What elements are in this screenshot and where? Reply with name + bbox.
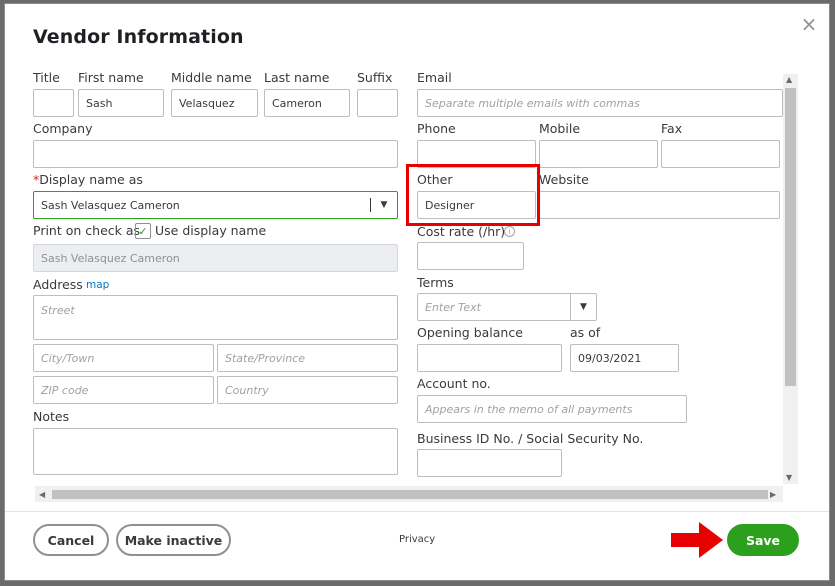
terms-chevron-down-icon[interactable]: ▼ (570, 294, 596, 320)
save-button[interactable]: Save (727, 524, 799, 556)
country-input[interactable]: Country (217, 376, 398, 404)
middle-name-label: Middle name (171, 70, 252, 85)
street-input[interactable]: Street (33, 295, 398, 340)
website-label: Website (539, 172, 589, 187)
print-on-check-label: Print on check as (33, 223, 141, 238)
info-icon[interactable]: i (504, 226, 515, 237)
map-link[interactable]: map (86, 279, 109, 291)
as-of-label: as of (570, 325, 601, 340)
scroll-up-icon[interactable]: ▲ (786, 75, 792, 84)
cancel-button[interactable]: Cancel (33, 524, 109, 556)
close-icon[interactable]: × (799, 14, 819, 34)
account-no-input[interactable]: Appears in the memo of all payments (417, 395, 687, 423)
dialog-title: Vendor Information (33, 26, 244, 48)
opening-balance-label: Opening balance (417, 325, 523, 340)
cost-rate-input[interactable] (417, 242, 524, 270)
as-of-date-input[interactable]: 09/03/2021 (570, 344, 679, 372)
notes-textarea[interactable] (33, 428, 398, 475)
make-inactive-button[interactable]: Make inactive (116, 524, 231, 556)
fax-label: Fax (661, 121, 683, 136)
last-name-input[interactable]: Cameron (264, 89, 350, 117)
title-label: Title (33, 70, 60, 85)
use-display-name-label: Use display name (155, 223, 267, 238)
privacy-link[interactable]: Privacy (399, 534, 435, 545)
vertical-scroll-thumb[interactable] (785, 88, 796, 386)
opening-balance-input[interactable] (417, 344, 562, 372)
business-id-label: Business ID No. / Social Security No. (417, 431, 644, 446)
account-no-label: Account no. (417, 376, 491, 391)
mobile-label: Mobile (539, 121, 581, 136)
footer-divider (5, 511, 829, 512)
first-name-input[interactable]: Sash (78, 89, 164, 117)
website-input[interactable] (539, 191, 780, 219)
title-input[interactable] (33, 89, 74, 117)
business-id-input[interactable] (417, 449, 562, 477)
scroll-right-icon[interactable]: ▶ (770, 490, 776, 499)
state-input[interactable]: State/Province (217, 344, 398, 372)
scroll-down-icon[interactable]: ▼ (786, 473, 792, 482)
suffix-input[interactable] (357, 89, 398, 117)
mobile-input[interactable] (539, 140, 658, 168)
middle-name-input[interactable]: Velasquez (171, 89, 258, 117)
horizontal-scroll-thumb[interactable] (52, 490, 768, 499)
highlight-box (406, 164, 540, 226)
vendor-information-dialog: Vendor Information × Title First name Sa… (4, 3, 830, 581)
display-name-value: Sash Velasquez Cameron (41, 198, 180, 212)
first-name-label: First name (78, 70, 144, 85)
fax-input[interactable] (661, 140, 780, 168)
terms-label: Terms (417, 275, 454, 290)
notes-label: Notes (33, 409, 70, 424)
display-name-select[interactable]: Sash Velasquez Cameron ▼ (33, 191, 398, 219)
address-label: Address (33, 277, 83, 292)
cost-rate-label: Cost rate (/hr) (417, 224, 506, 239)
display-name-label-text: Display name as (39, 172, 143, 187)
phone-label: Phone (417, 121, 456, 136)
company-input[interactable] (33, 140, 398, 168)
scroll-left-icon[interactable]: ◀ (39, 490, 45, 499)
city-input[interactable]: City/Town (33, 344, 214, 372)
email-input[interactable]: Separate multiple emails with commas (417, 89, 783, 117)
terms-select[interactable]: Enter Text ▼ (417, 293, 597, 321)
display-name-label: *Display name as (33, 172, 143, 187)
terms-placeholder: Enter Text (425, 300, 481, 314)
check-icon: ✓ (138, 224, 148, 238)
email-label: Email (417, 70, 452, 85)
company-label: Company (33, 121, 93, 136)
zip-input[interactable]: ZIP code (33, 376, 214, 404)
use-display-name-checkbox[interactable]: ✓ (135, 223, 151, 239)
print-on-check-input: Sash Velasquez Cameron (33, 244, 398, 272)
suffix-label: Suffix (357, 70, 393, 85)
chevron-down-icon[interactable]: ▼ (371, 192, 397, 218)
last-name-label: Last name (264, 70, 330, 85)
red-arrow-icon (671, 522, 723, 558)
